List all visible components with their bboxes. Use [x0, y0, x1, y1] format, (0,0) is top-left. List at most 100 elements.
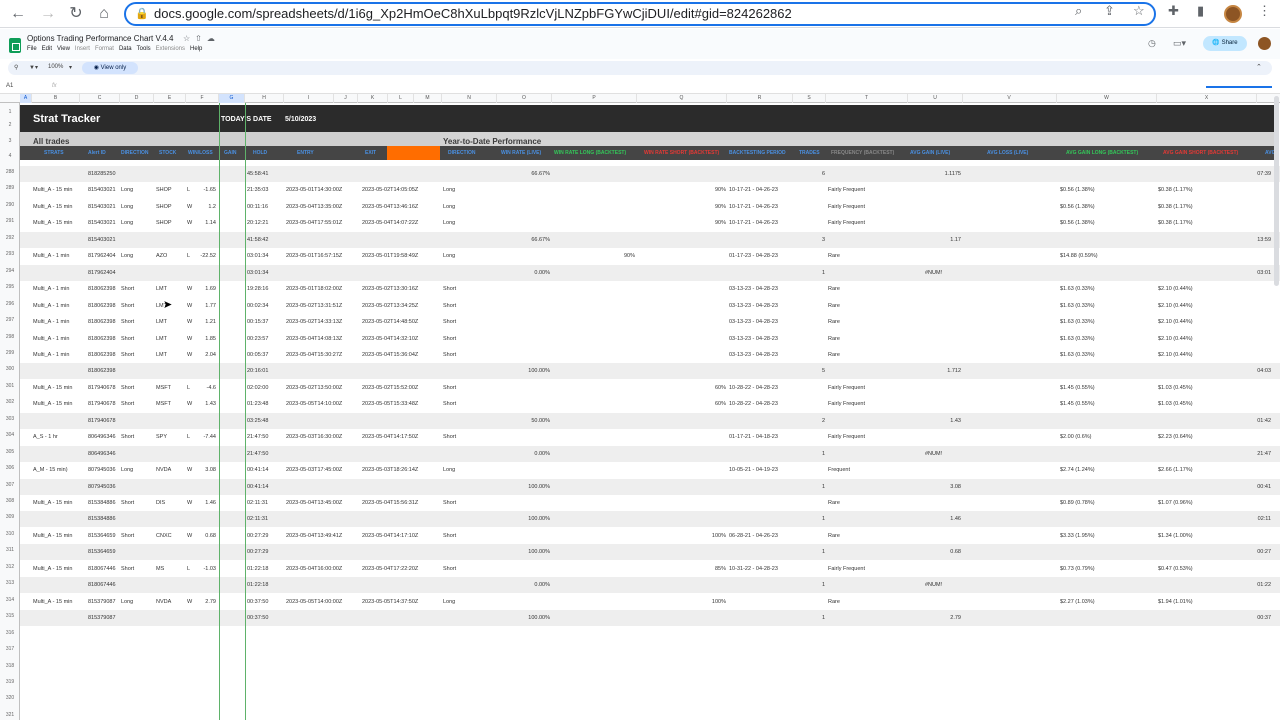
table-row[interactable]: Multi_A - 15 min 815384886 Short DIS W 1.46 02…	[20, 495, 1280, 511]
cell-gain[interactable]: 3.08	[205, 467, 216, 473]
cell-gain[interactable]: 2.79	[205, 599, 216, 605]
cell-period[interactable]: 03-13-23 - 04-28-23	[729, 286, 778, 292]
cell-agl[interactable]: $0.73 (0.79%)	[1060, 566, 1095, 572]
table-row[interactable]: A_M - 15 min) 807945036 Long NVDA W 3.08 00:41…	[20, 462, 1280, 478]
cell-ndir[interactable]: Long	[443, 187, 455, 193]
url-text[interactable]: docs.google.com/spreadsheets/d/1i6g_Xp2H…	[154, 6, 792, 21]
cell-ags[interactable]: $1.34 (1.00%)	[1158, 533, 1193, 539]
cell-strat[interactable]: Multi_A - 15 min	[33, 204, 72, 210]
table-row[interactable]: A_S - 1 hr 806496346 Short SPY L -7.44 21:47:5…	[20, 429, 1280, 445]
cell-freq[interactable]: Fairly Frequent	[828, 434, 865, 440]
cell-trades[interactable]: 3	[822, 237, 825, 243]
formula-input[interactable]	[1206, 86, 1272, 88]
column-header-x[interactable]: X	[1157, 94, 1257, 103]
cell-agl[interactable]: $1.63 (0.33%)	[1060, 303, 1095, 309]
cell-wl[interactable]: W	[187, 500, 192, 506]
menu-edit[interactable]: Edit	[42, 46, 52, 52]
menu-tools[interactable]: Tools	[137, 46, 151, 52]
row-number[interactable]: 304	[0, 432, 20, 438]
cell-hold[interactable]: 00:41:14	[247, 484, 268, 490]
summary-row[interactable]: 817962404 03:01:34 0.00% 1 #NUM! 03:01	[20, 264, 1280, 281]
cell-exit[interactable]: 2023-05-02T13:30:16Z	[362, 286, 418, 292]
cell-freq[interactable]: Rare	[828, 533, 840, 539]
cell-last[interactable]: 01:22	[1257, 582, 1271, 588]
cell-gain[interactable]: 0.68	[205, 533, 216, 539]
cell-wrs[interactable]: 100%	[712, 533, 726, 539]
cell-avggain[interactable]: 1.17	[950, 237, 961, 243]
cell-alert[interactable]: 815384886	[88, 516, 116, 522]
cell-stock[interactable]: MSFT	[156, 385, 171, 391]
cell-dir[interactable]: Long	[121, 599, 133, 605]
cell-trades[interactable]: 1	[822, 516, 825, 522]
cell-entry[interactable]: 2023-05-03T16:30:00Z	[286, 434, 342, 440]
cell-ndir[interactable]: Short	[443, 286, 456, 292]
cell-period[interactable]: 10-05-21 - 04-19-23	[729, 467, 778, 473]
cell-hold[interactable]: 21:47:50	[247, 451, 268, 457]
cell-strat[interactable]: Multi_A - 1 min	[33, 303, 69, 309]
cell-stock[interactable]: NVDA	[156, 599, 171, 605]
column-header-f[interactable]: F	[186, 94, 219, 103]
table-row[interactable]: Multi_A - 1 min 818062398 Short LMT W 1.21 00:…	[20, 314, 1280, 330]
row-number[interactable]: 295	[0, 284, 20, 290]
cell-stock[interactable]: MS	[156, 566, 164, 572]
filter-icon[interactable]: ▼▾	[29, 64, 38, 71]
cell-agl[interactable]: $0.56 (1.38%)	[1060, 204, 1095, 210]
collapse-toolbar-icon[interactable]: ⌃	[1256, 63, 1262, 71]
account-avatar[interactable]	[1258, 37, 1271, 50]
cell-trades[interactable]: 6	[822, 171, 825, 177]
summary-row[interactable]: 818285250 45:58:41 66.67% 6 1.1175 07:39	[20, 166, 1280, 182]
cell-gain[interactable]: -4.6	[207, 385, 216, 391]
share-page-icon[interactable]: ⇪	[1104, 3, 1115, 19]
cell-alert[interactable]: 818285250	[88, 171, 116, 177]
row-number[interactable]: 310	[0, 531, 20, 537]
cell-stock[interactable]: LMT	[156, 286, 167, 292]
back-icon[interactable]: ←	[8, 4, 28, 24]
cell-alert[interactable]: 806496346	[88, 451, 116, 457]
cell-last[interactable]: 07:39	[1257, 171, 1271, 177]
cell-wl[interactable]: L	[187, 385, 190, 391]
column-header-s[interactable]: S	[793, 94, 826, 103]
bookmark-star-icon[interactable]: ☆	[1133, 3, 1145, 19]
cell-period[interactable]: 03-13-23 - 04-28-23	[729, 352, 778, 358]
cell-entry[interactable]: 2023-05-04T14:08:13Z	[286, 336, 342, 342]
cell-wl[interactable]: W	[187, 336, 192, 342]
cell-gain[interactable]: 1.43	[205, 401, 216, 407]
cell-ndir[interactable]: Short	[443, 319, 456, 325]
cell-strat[interactable]: Multi_A - 15 min	[33, 500, 72, 506]
cell-wrs[interactable]: 90%	[715, 204, 726, 210]
cell-hold[interactable]: 41:58:42	[247, 237, 268, 243]
star-icon[interactable]: ☆	[183, 34, 195, 43]
cell-ags[interactable]: $0.38 (1.17%)	[1158, 187, 1193, 193]
move-icon[interactable]: ⇧	[195, 34, 207, 43]
row-number[interactable]: 303	[0, 416, 20, 422]
cell-hold[interactable]: 00:05:37	[247, 352, 268, 358]
row-number[interactable]: 301	[0, 383, 20, 389]
cell-avggain[interactable]: 1.46	[950, 516, 961, 522]
cell-last[interactable]: 04:03	[1257, 368, 1271, 374]
row-number[interactable]: 321	[0, 712, 20, 718]
cell-period[interactable]: 01-17-23 - 04-28-23	[729, 253, 778, 259]
row-number[interactable]: 319	[0, 679, 20, 685]
cell-entry[interactable]: 2023-05-02T13:31:51Z	[286, 303, 342, 309]
cell-period[interactable]: 03-13-23 - 04-28-23	[729, 319, 778, 325]
more-menu-icon[interactable]: ⋮	[1258, 3, 1271, 19]
row-number[interactable]: 302	[0, 399, 20, 405]
cell-hold[interactable]: 00:27:29	[247, 549, 268, 555]
cell-strat[interactable]: Multi_A - 15 min	[33, 401, 72, 407]
table-row[interactable]: Multi_A - 15 min 818067446 Short MS L -1.03 01…	[20, 561, 1280, 577]
cell-period[interactable]: 03-13-23 - 04-28-23	[729, 303, 778, 309]
name-box[interactable]: A1	[6, 83, 13, 89]
cell-hold[interactable]: 03:01:34	[247, 253, 268, 259]
cell-alert[interactable]: 815403021	[88, 220, 116, 226]
spreadsheet-grid[interactable]: Strat Tracker TODAY'S DATE 5/10/2023 All…	[20, 103, 1280, 720]
cell-alert[interactable]: 818062398	[88, 336, 116, 342]
zoom-dropdown-icon[interactable]: ▾	[69, 64, 72, 71]
cell-wl[interactable]: L	[187, 566, 190, 572]
profile-avatar[interactable]	[1224, 5, 1242, 23]
cell-entry[interactable]: 2023-05-04T13:35:00Z	[286, 204, 342, 210]
cell-agl[interactable]: $1.63 (0.33%)	[1060, 286, 1095, 292]
cell-hold[interactable]: 19:28:16	[247, 286, 268, 292]
cell-hold[interactable]: 02:11:31	[247, 500, 268, 506]
cell-gain[interactable]: 1.77	[205, 303, 216, 309]
cell-alert[interactable]: 817962404	[88, 253, 116, 259]
